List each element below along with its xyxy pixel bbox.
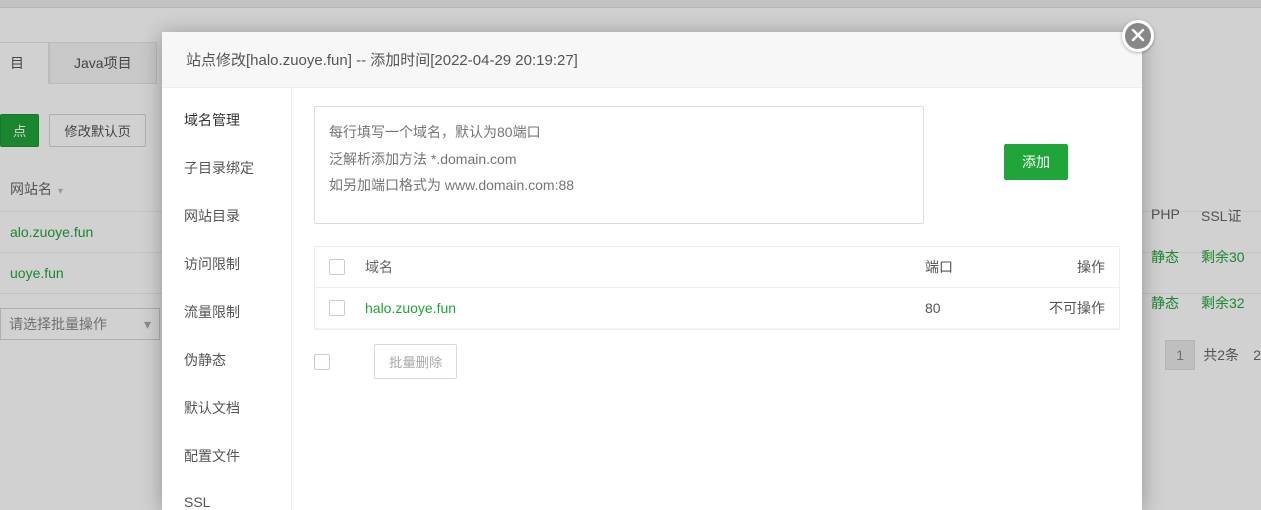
- sidebar-item-webdir[interactable]: 网站目录: [162, 192, 291, 240]
- batch-delete-button[interactable]: 批量删除: [374, 344, 457, 379]
- domain-row: halo.zuoye.fun 80 不可操作: [315, 288, 1119, 329]
- sidebar-item-pseudostatic[interactable]: 伪静态: [162, 336, 291, 384]
- domain-table: 域名 端口 操作 halo.zuoye.fun 80 不可操作: [314, 246, 1120, 330]
- batch-select-all-checkbox[interactable]: [314, 354, 330, 370]
- th-operation: 操作: [1025, 257, 1105, 277]
- row-checkbox[interactable]: [329, 300, 345, 316]
- domain-input[interactable]: [314, 106, 924, 224]
- sidebar-item-domain[interactable]: 域名管理: [162, 96, 291, 144]
- sidebar-item-default-doc[interactable]: 默认文档: [162, 384, 291, 432]
- select-all-checkbox[interactable]: [329, 259, 345, 275]
- domain-cell[interactable]: halo.zuoye.fun: [365, 300, 925, 316]
- add-domain-button[interactable]: 添加: [1004, 144, 1068, 180]
- sidebar-item-subdir[interactable]: 子目录绑定: [162, 144, 291, 192]
- modal-sidebar: 域名管理 子目录绑定 网站目录 访问限制 流量限制 伪静态 默认文档 配置文件 …: [162, 88, 292, 510]
- modal-title: 站点修改[halo.zuoye.fun] -- 添加时间[2022-04-29 …: [162, 32, 1142, 88]
- sidebar-item-config-file[interactable]: 配置文件: [162, 432, 291, 480]
- sidebar-item-traffic-limit[interactable]: 流量限制: [162, 288, 291, 336]
- th-port: 端口: [925, 257, 1025, 277]
- th-domain: 域名: [365, 257, 925, 277]
- modal-content: 添加 域名 端口 操作 halo.zuoye.fun 80 不可操作 批量: [292, 88, 1142, 510]
- close-button[interactable]: [1122, 20, 1154, 52]
- site-edit-modal: 站点修改[halo.zuoye.fun] -- 添加时间[2022-04-29 …: [162, 32, 1142, 510]
- port-cell: 80: [925, 300, 1025, 316]
- op-cell: 不可操作: [1025, 298, 1105, 318]
- sidebar-item-ssl[interactable]: SSL: [162, 480, 291, 510]
- sidebar-item-access-limit[interactable]: 访问限制: [162, 240, 291, 288]
- close-icon: [1131, 28, 1145, 45]
